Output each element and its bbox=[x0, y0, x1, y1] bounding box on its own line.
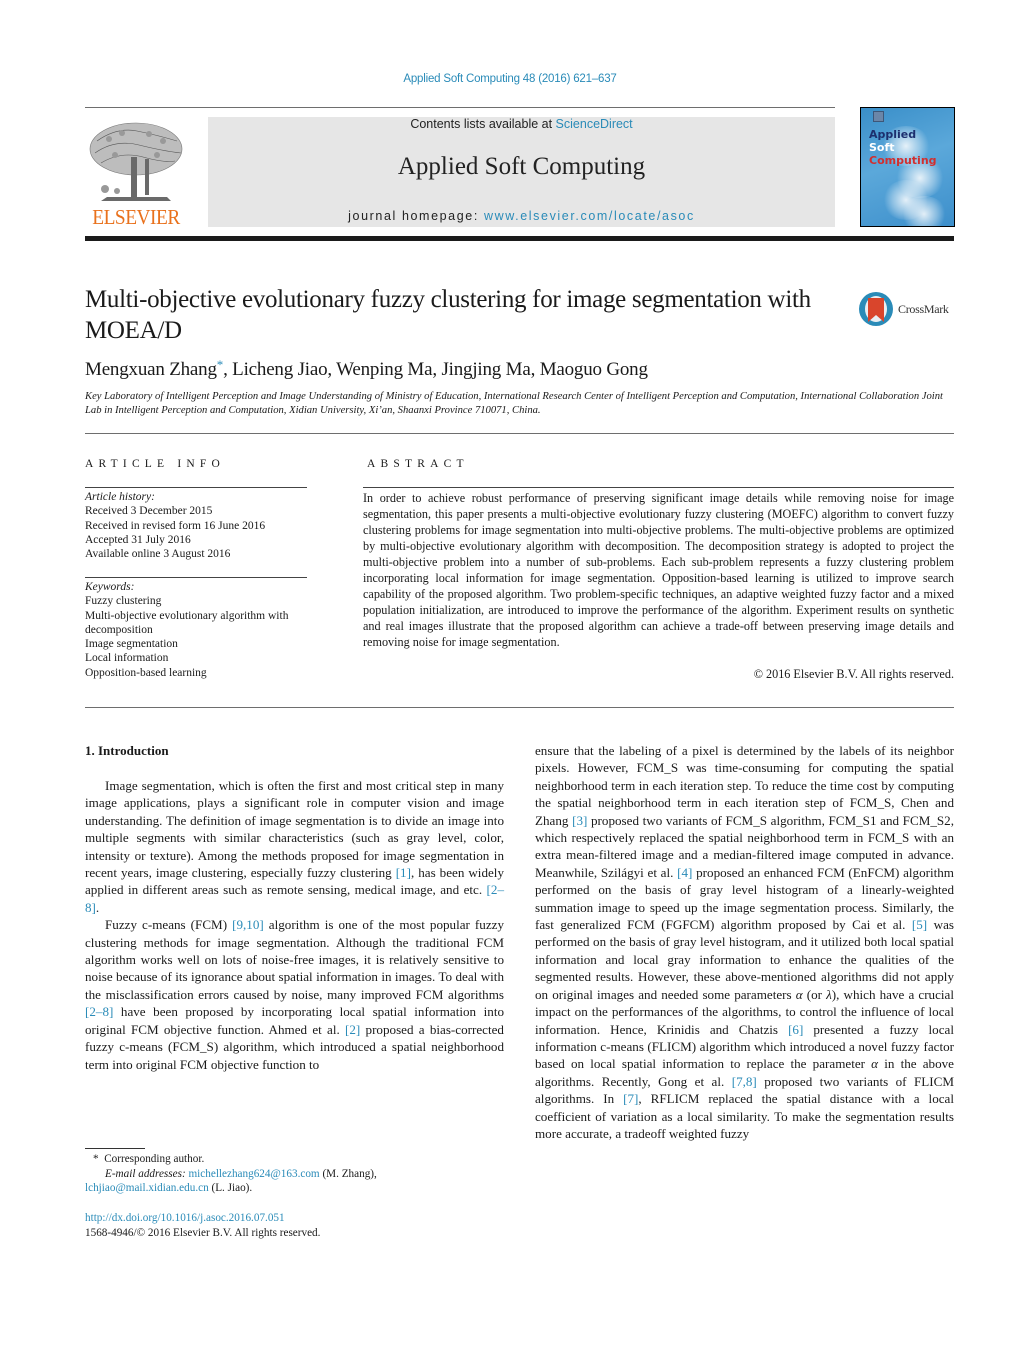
email-note: E-mail addresses: michellezhang624@163.c… bbox=[85, 1167, 505, 1182]
abstract-heading: ABSTRACT bbox=[367, 458, 469, 470]
citation-link[interactable]: [9,10] bbox=[232, 917, 264, 932]
author-name[interactable]: Licheng Jiao bbox=[232, 359, 327, 380]
abstract-text: In order to achieve robust performance o… bbox=[363, 491, 954, 649]
history-received: Received 3 December 2015 bbox=[85, 505, 213, 518]
keyword-item: Image segmentation bbox=[85, 638, 178, 651]
corresponding-author-note: * Corresponding author. bbox=[85, 1152, 505, 1167]
issn-copyright: 1568-4946/© 2016 Elsevier B.V. All right… bbox=[85, 1226, 321, 1239]
citation-link[interactable]: [7] bbox=[623, 1091, 638, 1106]
abstract-bottom-rule bbox=[85, 707, 954, 708]
citation-link[interactable]: [7,8] bbox=[732, 1074, 757, 1089]
header-top-rule bbox=[85, 107, 835, 108]
email-owner: (M. Zhang), bbox=[319, 1167, 377, 1180]
elsevier-tree-icon bbox=[89, 122, 183, 201]
author-separator: , bbox=[223, 359, 233, 380]
footnotes: * Corresponding author. E-mail addresses… bbox=[85, 1152, 505, 1196]
cover-title-line2: Soft bbox=[869, 141, 895, 154]
section-heading-introduction: 1. Introduction bbox=[85, 743, 169, 758]
email-link-zhang[interactable]: michellezhang624@163.com bbox=[188, 1168, 319, 1180]
cover-decoration bbox=[901, 196, 947, 226]
paper-title: Multi-objective evolutionary fuzzy clust… bbox=[85, 286, 811, 344]
footnote-rule bbox=[85, 1148, 145, 1149]
contents-prefix: Contents lists available at bbox=[410, 117, 556, 131]
journal-title: Applied Soft Computing bbox=[397, 153, 646, 180]
email-link-jiao[interactable]: lchjiao@mail.xidian.edu.cn bbox=[85, 1182, 209, 1194]
history-accepted: Accepted 31 July 2016 bbox=[85, 533, 191, 546]
citation-link[interactable]: [3] bbox=[572, 813, 587, 828]
body-column-left: Image segmentation, which is often the f… bbox=[85, 777, 504, 1073]
elsevier-logo[interactable]: ELSEVIER bbox=[85, 117, 187, 229]
citation-link[interactable]: [5] bbox=[912, 917, 927, 932]
keywords-list: Keywords: Fuzzy clustering Multi-objecti… bbox=[85, 580, 315, 680]
email-note-cont: lchjiao@mail.xidian.edu.cn (L. Jiao). bbox=[85, 1181, 505, 1196]
keyword-item: Fuzzy clustering bbox=[85, 595, 162, 608]
author-list: Mengxuan Zhang*, Licheng Jiao, Wenping M… bbox=[85, 357, 648, 381]
citation-link[interactable]: [2–8] bbox=[85, 882, 504, 914]
doi-block: http://dx.doi.org/10.1016/j.asoc.2016.07… bbox=[85, 1211, 505, 1240]
keywords-rule bbox=[85, 577, 307, 578]
article-info-heading: ARTICLE INFO bbox=[85, 458, 225, 470]
keywords-label: Keywords: bbox=[85, 581, 135, 593]
abstract-copyright: © 2016 Elsevier B.V. All rights reserved… bbox=[753, 667, 954, 681]
journal-reference[interactable]: Applied Soft Computing 48 (2016) 621–637 bbox=[0, 73, 1020, 85]
email-label: E-mail addresses: bbox=[105, 1167, 186, 1180]
elsevier-wordmark: ELSEVIER bbox=[92, 205, 180, 229]
citation-link[interactable]: [2] bbox=[345, 1022, 360, 1037]
contents-available-line: Contents lists available at ScienceDirec… bbox=[208, 117, 835, 131]
history-revised: Received in revised form 16 June 2016 bbox=[85, 519, 266, 532]
abstract-rule bbox=[363, 487, 954, 488]
crossmark-label: CrossMark bbox=[898, 302, 949, 316]
article-history: Article history: Received 3 December 201… bbox=[85, 490, 315, 561]
citation-link[interactable]: [6] bbox=[788, 1022, 803, 1037]
body-paragraph: Fuzzy c-means (FCM) [9,10] algorithm is … bbox=[85, 917, 504, 1072]
crossmark-ribbon-icon bbox=[868, 298, 884, 322]
author-affiliation: Key Laboratory of Intelligent Perception… bbox=[85, 391, 943, 416]
author-name[interactable]: Maoguo Gong bbox=[540, 359, 648, 380]
journal-cover-thumbnail[interactable]: Applied Soft Computing bbox=[860, 107, 955, 227]
author-name[interactable]: Wenping Ma bbox=[336, 359, 432, 380]
journal-homepage-line: journal homepage: www.elsevier.com/locat… bbox=[208, 209, 835, 223]
article-info-rule bbox=[85, 487, 307, 488]
history-online: Available online 3 August 2016 bbox=[85, 548, 231, 561]
cover-title-line3: Computing bbox=[869, 154, 937, 167]
cover-publisher-icon bbox=[873, 111, 884, 122]
journal-header-box: Contents lists available at ScienceDirec… bbox=[208, 117, 835, 227]
email-owner: (L. Jiao). bbox=[208, 1182, 253, 1195]
author-separator: , bbox=[530, 359, 540, 380]
keyword-item: Multi-objective evolutionary algorithm w… bbox=[85, 609, 289, 636]
doi-link[interactable]: http://dx.doi.org/10.1016/j.asoc.2016.07… bbox=[85, 1212, 285, 1224]
author-separator: , bbox=[327, 359, 337, 380]
corresponding-author-text: Corresponding author. bbox=[104, 1153, 205, 1165]
author-name[interactable]: Mengxuan Zhang bbox=[85, 359, 217, 380]
author-name[interactable]: Jingjing Ma bbox=[441, 359, 530, 380]
greek-symbol: α bbox=[871, 1056, 879, 1072]
citation-link[interactable]: [2–8] bbox=[85, 1004, 113, 1019]
keyword-item: Opposition-based learning bbox=[85, 666, 207, 679]
keyword-item: Local information bbox=[85, 652, 169, 665]
affiliation-rule bbox=[85, 433, 954, 434]
citation-link[interactable]: [1] bbox=[396, 865, 411, 880]
crossmark-badge[interactable]: CrossMark bbox=[857, 290, 957, 330]
footnote-star: * bbox=[93, 1153, 99, 1165]
sciencedirect-link[interactable]: ScienceDirect bbox=[556, 117, 633, 131]
greek-symbol: α bbox=[795, 986, 803, 1002]
body-column-right: ensure that the labeling of a pixel is d… bbox=[535, 742, 954, 1142]
citation-link[interactable]: [4] bbox=[677, 865, 692, 880]
body-paragraph: Image segmentation, which is often the f… bbox=[85, 778, 504, 915]
greek-symbol: λ bbox=[826, 986, 832, 1002]
homepage-prefix: journal homepage: bbox=[348, 209, 484, 223]
body-paragraph: ensure that the labeling of a pixel is d… bbox=[535, 743, 955, 1141]
journal-homepage-link[interactable]: www.elsevier.com/locate/asoc bbox=[484, 209, 695, 223]
article-history-label: Article history: bbox=[85, 491, 155, 503]
header-thick-rule bbox=[85, 236, 954, 241]
cover-title-line1: Applied bbox=[869, 128, 917, 141]
